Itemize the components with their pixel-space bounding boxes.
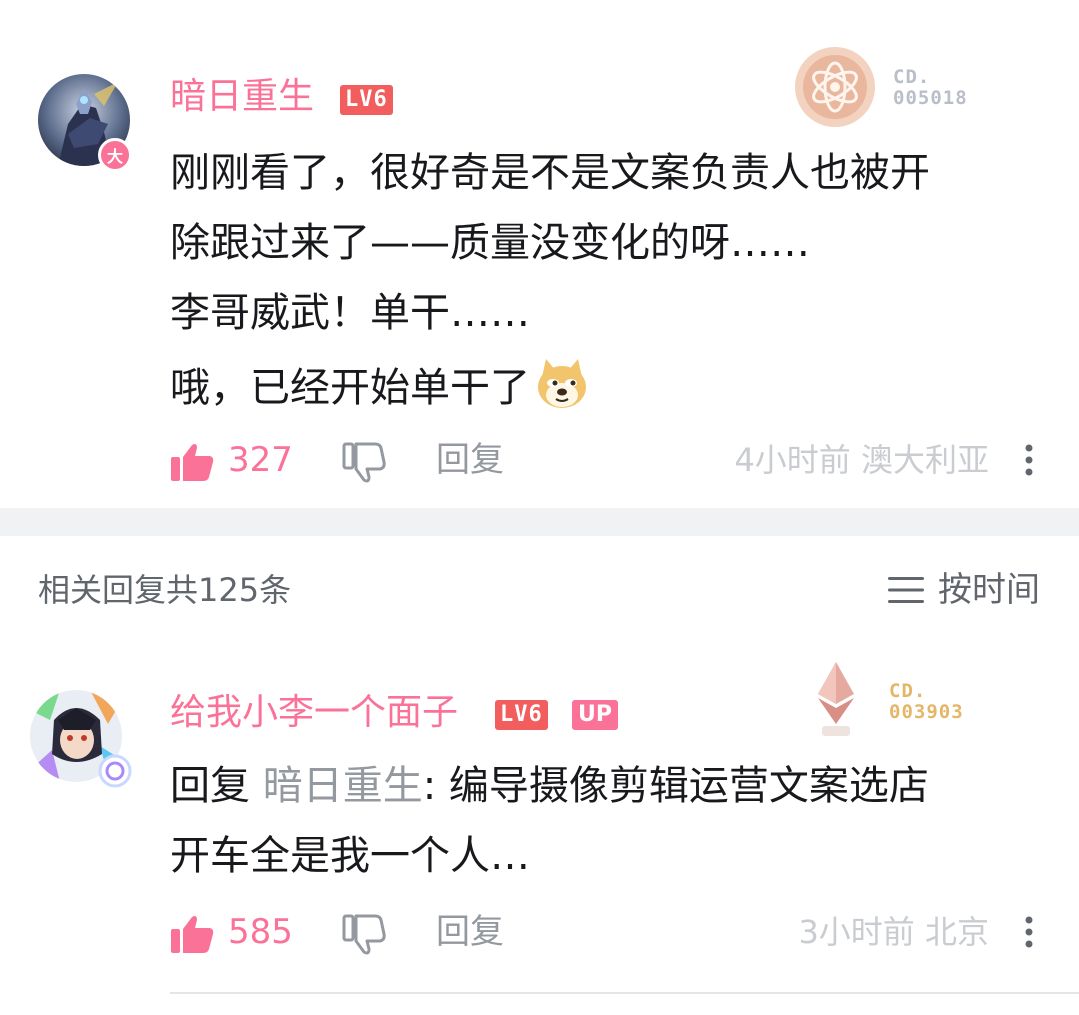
fan-medal-code: CD. 003903 <box>889 680 964 723</box>
comment-line: 李哥威武！单干…… <box>170 290 530 336</box>
reply-prefix: 回复 <box>170 763 250 809</box>
comment-text: 回复 暗日重生: 编导摄像剪辑运营文案选店 开车全是我一个人… <box>170 751 929 891</box>
comment-meta: 4小时前 澳大利亚 <box>734 440 989 480</box>
comment-actions: 327 回复 4小时前 澳大利亚 <box>0 432 1079 488</box>
like-icon[interactable] <box>170 442 214 482</box>
comment-time: 3小时前 <box>798 913 915 951</box>
comment-line: 刚刚看了，很好奇是不是文案负责人也被开 <box>170 150 930 196</box>
reply-button[interactable]: 回复 <box>436 440 504 480</box>
dislike-icon[interactable] <box>342 442 386 484</box>
comment-actions: 585 回复 3小时前 北京 <box>0 904 1079 960</box>
decoration-icon <box>98 754 132 788</box>
up-badge: UP <box>572 700 618 730</box>
reply-button[interactable]: 回复 <box>436 912 504 952</box>
level-badge: LV6 <box>495 700 548 730</box>
fan-medal-code: CD. 005018 <box>893 66 968 109</box>
sort-button[interactable]: 按时间 <box>888 570 1040 610</box>
reply-count-label: 相关回复共125条 <box>38 571 292 609</box>
more-icon[interactable] <box>1018 440 1040 480</box>
like-count: 327 <box>228 440 293 480</box>
dislike-icon[interactable] <box>342 914 386 956</box>
username[interactable]: 给我小李一个面子 <box>170 695 458 731</box>
like-icon[interactable] <box>170 914 214 954</box>
comment-location: 澳大利亚 <box>860 441 989 479</box>
reply-target-user[interactable]: 暗日重生 <box>263 763 423 809</box>
more-icon[interactable] <box>1018 912 1040 952</box>
level-badge: LV6 <box>340 85 393 115</box>
comment-location: 北京 <box>924 913 989 951</box>
comment-text: 刚刚看了，很好奇是不是文案负责人也被开 除跟过来了——质量没变化的呀…… 李哥威… <box>170 138 930 428</box>
section-divider <box>0 508 1079 536</box>
comment-line: 哦，已经开始单干了 <box>170 348 930 428</box>
comment-line: 除跟过来了——质量没变化的呀…… <box>170 220 810 266</box>
like-count: 585 <box>228 912 293 952</box>
vip-badge: 大 <box>98 138 132 172</box>
username[interactable]: 暗日重生 <box>170 79 314 115</box>
fan-medal-icon[interactable] <box>793 45 877 129</box>
comment-line: 开车全是我一个人… <box>170 833 530 879</box>
comment-item: 大 暗日重生 LV6 CD. 005018 刚刚看了，很好奇是不是文案负责人也被… <box>0 0 1079 508</box>
doge-icon <box>538 359 586 408</box>
comment-line: 回复 暗日重生: 编导摄像剪辑运营文案选店 <box>170 763 929 809</box>
ethereum-medal-icon[interactable] <box>808 660 864 740</box>
sort-icon <box>888 577 924 603</box>
row-divider <box>170 992 1079 994</box>
comment-meta: 3小时前 北京 <box>798 912 989 952</box>
sort-label: 按时间 <box>938 570 1040 610</box>
comment-time: 4小时前 <box>734 441 851 479</box>
replies-header: 相关回复共125条 按时间 <box>0 536 1079 640</box>
